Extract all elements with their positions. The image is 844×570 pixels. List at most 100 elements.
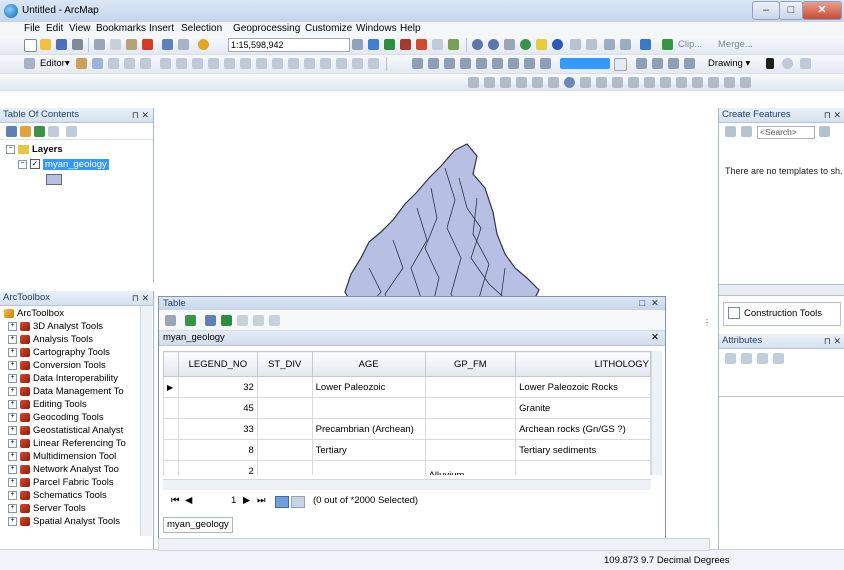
switch-selection-icon[interactable]	[221, 315, 232, 326]
clip-tool[interactable]: Clip...	[678, 39, 702, 50]
layer-symbol-swatch[interactable]	[46, 174, 62, 185]
tool-icon[interactable]	[628, 77, 639, 88]
fixed-zoom-in-icon[interactable]	[570, 39, 581, 50]
table-maximize-icon[interactable]: □	[639, 297, 645, 310]
full-extent-icon[interactable]	[520, 39, 531, 50]
table-of-contents-icon[interactable]	[384, 39, 395, 50]
fixed-zoom-out-icon[interactable]	[586, 39, 597, 50]
swipe-icon[interactable]	[652, 58, 663, 69]
toolbox-item-parcel-fabric[interactable]: + Parcel Fabric Tools	[8, 477, 114, 488]
measure-icon[interactable]	[640, 39, 651, 50]
previous-record-icon[interactable]: ◀	[185, 493, 192, 509]
toolbox-item-3d-analyst[interactable]: +3D Analyst Tools	[8, 321, 103, 332]
tool-icon[interactable]	[708, 77, 719, 88]
cell-gp-fm[interactable]	[424, 397, 517, 419]
tool-icon[interactable]	[596, 77, 607, 88]
cut-polygons-icon[interactable]	[192, 58, 203, 69]
layer-node-myan-geology[interactable]: − ✓ myan_geology	[18, 159, 109, 170]
map-scale-combobox[interactable]: 1:15,598,942	[228, 38, 350, 52]
row-selector[interactable]	[163, 439, 179, 461]
clear-selection-icon[interactable]	[237, 315, 248, 326]
list-by-drawing-order-icon[interactable]	[6, 126, 17, 137]
copy-icon[interactable]	[110, 39, 121, 50]
row-selector[interactable]	[163, 397, 179, 419]
row-selector[interactable]	[163, 460, 179, 475]
tool-icon[interactable]	[468, 77, 479, 88]
filter-icon[interactable]	[741, 126, 752, 137]
show-selected-records-icon[interactable]	[291, 496, 305, 508]
layout-zoom-percent-icon[interactable]	[540, 58, 551, 69]
layout-full-icon[interactable]	[460, 58, 471, 69]
cell-st-div[interactable]	[256, 376, 313, 398]
reshape-icon[interactable]	[176, 58, 187, 69]
tool-icon[interactable]	[500, 77, 511, 88]
toolbox-item-schematics[interactable]: + Schematics Tools	[8, 490, 107, 501]
cell-gp-fm[interactable]	[424, 376, 517, 398]
dropdown-icon[interactable]	[614, 58, 627, 71]
select-features-icon[interactable]	[536, 39, 547, 50]
cell-lithology[interactable]: Archean rocks (Gn/GS ?)	[515, 418, 651, 440]
drawing-menu[interactable]: Drawing ▾	[708, 58, 750, 69]
cut-icon[interactable]	[94, 39, 105, 50]
tool-icon[interactable]	[644, 77, 655, 88]
arctoolbox-icon[interactable]	[416, 39, 427, 50]
editor-toolbar-icon[interactable]	[368, 39, 379, 50]
attributes-tool-icon[interactable]	[725, 353, 736, 364]
cell-legend-no[interactable]: 2	[177, 460, 258, 475]
organize-templates-icon[interactable]	[725, 126, 736, 137]
undo-edit-icon[interactable]	[352, 58, 363, 69]
menu-selection[interactable]: Selection	[181, 23, 222, 34]
attributes-icon[interactable]	[240, 58, 251, 69]
spatial-adjust-icon[interactable]	[336, 58, 347, 69]
layout-fit-icon[interactable]	[492, 58, 503, 69]
tool-icon[interactable]	[516, 77, 527, 88]
edit-annotation-icon[interactable]	[92, 58, 103, 69]
table-row[interactable]: 8 Tertiary Tertiary sediments	[163, 439, 651, 461]
menu-view[interactable]: View	[69, 23, 91, 34]
menu-bookmarks[interactable]: Bookmarks	[96, 23, 146, 34]
tool-icon[interactable]	[580, 77, 591, 88]
tool-icon[interactable]	[532, 77, 543, 88]
toolbox-item-server[interactable]: + Server Tools	[8, 503, 86, 514]
pin-close-icon[interactable]: ⊓ ✕	[132, 108, 149, 122]
layer-name-label[interactable]: myan_geology	[43, 159, 109, 170]
zoom-in-icon[interactable]	[472, 39, 483, 50]
tool-icon[interactable]	[724, 77, 735, 88]
cell-lithology[interactable]	[515, 460, 651, 475]
cell-gp-fm[interactable]: Alluvium	[424, 460, 517, 475]
close-button[interactable]: ✕	[802, 1, 842, 20]
table-options-icon[interactable]	[165, 315, 176, 326]
attributes-tool-icon[interactable]	[757, 353, 768, 364]
snapping-icon[interactable]	[288, 58, 299, 69]
cell-gp-fm[interactable]	[424, 418, 517, 440]
toolbox-item-analysis[interactable]: + Analysis Tools	[8, 334, 93, 345]
georeferencing-icon[interactable]	[320, 58, 331, 69]
edit-vertices-icon[interactable]	[160, 58, 171, 69]
print-icon[interactable]	[72, 39, 83, 50]
column-header-lithology[interactable]: LITHOLOGY	[515, 351, 651, 377]
cell-lithology[interactable]: Tertiary sediments	[515, 439, 651, 461]
redo-icon[interactable]	[178, 39, 189, 50]
cell-legend-no[interactable]: 45	[177, 397, 258, 419]
map-horizontal-scrollbar[interactable]	[158, 538, 710, 551]
catalog-icon[interactable]	[400, 39, 411, 50]
column-header-legend-no[interactable]: LEGEND_NO	[177, 351, 258, 377]
toolbox-item-conversion[interactable]: + Conversion Tools	[8, 360, 106, 371]
menu-geoprocessing[interactable]: Geoprocessing	[233, 23, 300, 34]
toolbox-item-multidimension[interactable]: + Multidimension Tool	[8, 451, 116, 462]
menu-help[interactable]: Help	[400, 23, 421, 34]
table-row[interactable]: 2 Alluvium	[163, 460, 651, 475]
cell-lithology[interactable]: Lower Paleozoic Rocks	[515, 376, 651, 398]
transparency-icon[interactable]	[684, 58, 695, 69]
menu-edit[interactable]: Edit	[46, 23, 63, 34]
search-icon[interactable]	[819, 126, 830, 137]
map-splitter-handle[interactable]: ⋮	[703, 318, 711, 327]
list-by-selection-icon[interactable]	[48, 126, 59, 137]
trace-icon[interactable]	[140, 58, 151, 69]
next-record-icon[interactable]: ▶	[243, 493, 250, 509]
menu-customize[interactable]: Customize	[305, 23, 352, 34]
show-all-records-icon[interactable]	[275, 496, 289, 508]
template-search-input[interactable]: <Search>	[757, 126, 815, 139]
table-row[interactable]: 33 Precambrian (Archean) Archean rocks (…	[163, 418, 651, 440]
menu-insert[interactable]: Insert	[149, 23, 174, 34]
